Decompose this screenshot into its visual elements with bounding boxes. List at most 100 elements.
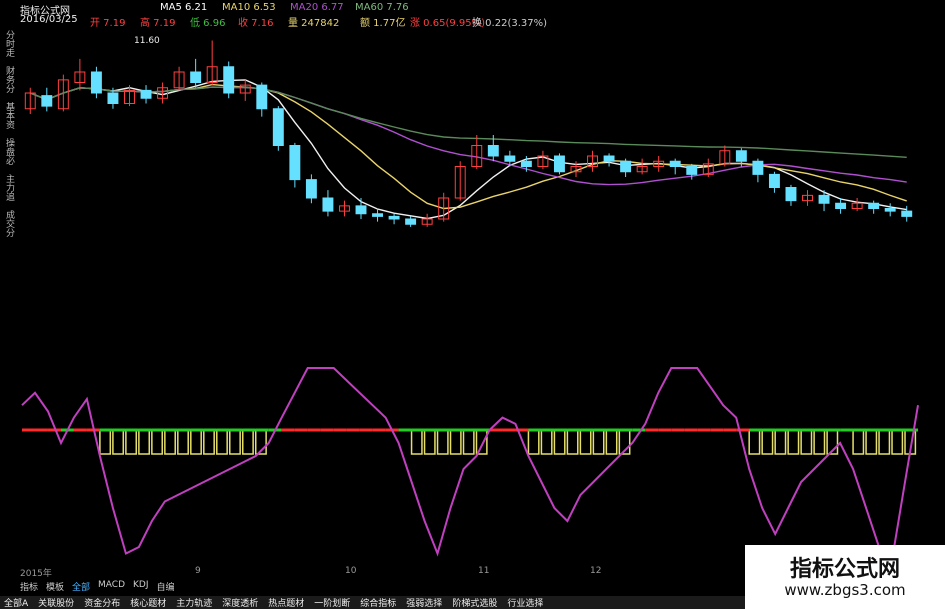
candle-body xyxy=(868,202,880,209)
bottom-tab-7[interactable]: 一阶划断 xyxy=(314,596,350,609)
watermark-url: www.zbgs3.com xyxy=(784,581,906,599)
candle-body xyxy=(620,160,632,173)
x-tick-2: 10 xyxy=(345,566,357,576)
candle-body xyxy=(884,208,896,212)
open-label: 开 7.19 xyxy=(90,18,126,29)
left-menu-item-5[interactable]: 成交分析 xyxy=(0,210,18,244)
tab-all[interactable]: 全部 xyxy=(72,580,90,593)
high-label: 高 7.19 xyxy=(140,18,176,29)
candle-body xyxy=(818,194,830,204)
candle-body xyxy=(901,210,913,217)
tab-macd[interactable]: MACD xyxy=(98,580,125,592)
candle-body xyxy=(520,160,532,167)
left-menu-item-2[interactable]: 基本资料 xyxy=(0,102,18,136)
signal-bar xyxy=(216,429,228,455)
amount-label: 额 1.77亿 xyxy=(360,18,406,29)
signal-bar xyxy=(177,429,189,455)
bottom-tab-9[interactable]: 强弱选择 xyxy=(406,596,442,609)
candle-body xyxy=(140,89,152,99)
low-label: 低 6.96 xyxy=(190,18,226,29)
bottom-tab-6[interactable]: 热点题材 xyxy=(268,596,304,609)
signal-bar xyxy=(203,429,215,455)
signal-bar xyxy=(878,429,891,455)
x-tick-1: 9 xyxy=(195,566,201,576)
tab-template[interactable]: 模板 xyxy=(46,580,64,593)
signal-bar xyxy=(410,429,423,455)
oscillator-line xyxy=(21,367,919,563)
signal-bar xyxy=(592,429,605,455)
bottom-tab-10[interactable]: 阶梯式选股 xyxy=(452,596,497,609)
bottom-tab-8[interactable]: 综合指标 xyxy=(360,596,396,609)
candle-body xyxy=(90,71,102,94)
candle-body xyxy=(388,215,400,220)
x-tick-3: 11 xyxy=(478,566,490,576)
candle-body xyxy=(835,202,847,209)
signal-bar xyxy=(566,429,579,455)
left-menu-item-1[interactable]: 财务分析 xyxy=(0,66,18,100)
signal-bar xyxy=(164,429,176,455)
header-date: 2016/03/25 xyxy=(20,14,78,25)
ma60-label: MA60 7.76 xyxy=(355,2,409,13)
signal-bar xyxy=(449,429,462,455)
candle-body xyxy=(768,173,780,188)
bottom-tab-5[interactable]: 深度透析 xyxy=(222,596,258,609)
left-menu-item-3[interactable]: 操盘必读 xyxy=(0,138,18,172)
chart-canvas xyxy=(21,40,919,563)
signal-bar xyxy=(891,429,904,455)
candle-body xyxy=(735,150,747,162)
bottom-tab-1[interactable]: 关联股份 xyxy=(38,596,74,609)
close-label: 收 7.16 xyxy=(238,18,274,29)
volume-label: 量 247842 xyxy=(288,18,340,29)
signal-bar xyxy=(138,429,151,455)
signal-bar xyxy=(800,429,813,455)
ma60-line xyxy=(30,86,907,158)
watermark-title: 指标公式网 xyxy=(789,557,900,582)
indicator-tabs: 指标 模板 全部 MACD KDJ 自编 xyxy=(0,580,175,593)
left-menu-item-4[interactable]: 主力追踪 xyxy=(0,174,18,208)
bottom-tab-11[interactable]: 行业选择 xyxy=(507,596,543,609)
signal-bar xyxy=(527,429,540,455)
signal-bar xyxy=(125,429,138,455)
bottom-tabbar: 全部A 关联股份 资金分布 核心题材 主力轨迹 深度透析 热点题材 一阶划断 综… xyxy=(0,596,749,609)
candle-body xyxy=(190,71,202,83)
signal-bar xyxy=(787,429,800,455)
peak-price-label: 11.60 xyxy=(134,36,160,46)
signal-bar xyxy=(436,429,449,455)
candle-body xyxy=(107,92,119,104)
signal-bar xyxy=(748,429,761,455)
candle-body xyxy=(553,155,565,173)
candle-body xyxy=(487,145,499,157)
bottom-tab-0[interactable]: 全部A xyxy=(4,596,28,609)
signal-bar xyxy=(813,429,826,455)
candle-body xyxy=(669,160,681,167)
signal-bar xyxy=(579,429,592,455)
signal-bar xyxy=(190,429,202,455)
bottom-tab-2[interactable]: 资金分布 xyxy=(84,596,120,609)
signal-bar xyxy=(774,429,787,455)
candle-body xyxy=(785,187,797,202)
signal-bar xyxy=(475,429,488,455)
tab-kdj[interactable]: KDJ xyxy=(133,580,149,592)
watermark: 指标公式网 www.zbgs3.com xyxy=(745,545,945,609)
signal-bar xyxy=(865,429,878,455)
ma5-label: MA5 6.21 xyxy=(160,2,208,13)
candle-body xyxy=(372,213,384,217)
candle-body xyxy=(322,197,334,212)
candle-body xyxy=(305,179,317,199)
x-tick-0: 2015年 xyxy=(20,569,52,579)
bottom-tab-4[interactable]: 主力轨迹 xyxy=(176,596,212,609)
candle-body xyxy=(355,205,367,215)
candle-body xyxy=(223,66,235,94)
tab-indicator[interactable]: 指标 xyxy=(20,580,38,593)
signal-bar xyxy=(242,429,254,455)
candle-body xyxy=(603,155,615,162)
signal-bar xyxy=(151,429,163,455)
bottom-tab-3[interactable]: 核心题材 xyxy=(130,596,166,609)
x-tick-4: 12 xyxy=(590,566,602,576)
left-menu-item-0[interactable]: 分时走势 xyxy=(0,30,18,64)
candle-body xyxy=(289,145,301,181)
tab-custom[interactable]: 自编 xyxy=(157,580,175,593)
candle-body xyxy=(405,218,417,225)
signal-bar xyxy=(605,429,618,455)
ma10-label: MA10 6.53 xyxy=(222,2,276,13)
